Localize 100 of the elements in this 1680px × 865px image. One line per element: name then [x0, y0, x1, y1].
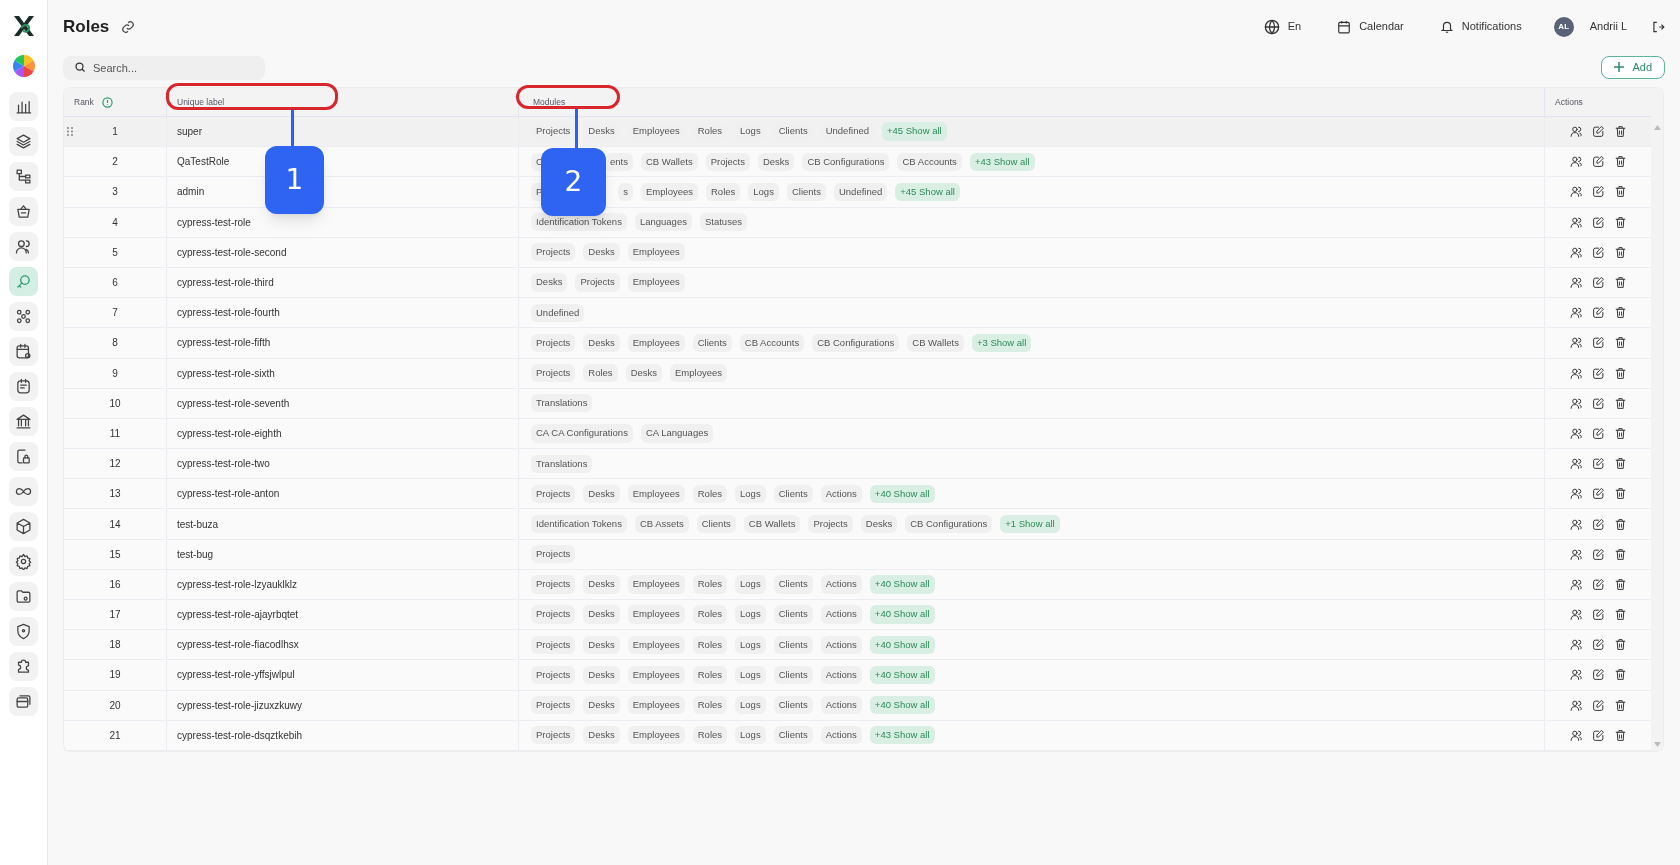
show-all-button[interactable]: +1 Show all — [1000, 514, 1060, 534]
edit-icon[interactable] — [1591, 668, 1605, 682]
delete-icon[interactable] — [1613, 547, 1627, 561]
edit-icon[interactable] — [1591, 698, 1605, 712]
delete-icon[interactable] — [1613, 457, 1627, 471]
delete-icon[interactable] — [1613, 215, 1627, 229]
edit-icon[interactable] — [1591, 245, 1605, 259]
logo-icon[interactable] — [11, 14, 36, 38]
delete-icon[interactable] — [1613, 366, 1627, 380]
assign-users-icon[interactable] — [1569, 396, 1583, 410]
delete-icon[interactable] — [1613, 487, 1627, 501]
bell-icon[interactable] — [1439, 19, 1454, 34]
search-field[interactable]: Search... — [63, 56, 265, 80]
edit-icon[interactable] — [1591, 608, 1605, 622]
assign-users-icon[interactable] — [1569, 306, 1583, 320]
edit-icon[interactable] — [1591, 155, 1605, 169]
edit-icon[interactable] — [1591, 366, 1605, 380]
link-icon[interactable] — [121, 19, 136, 34]
edit-icon[interactable] — [1591, 396, 1605, 410]
sidebar-item[interactable] — [9, 442, 38, 471]
assign-users-icon[interactable] — [1569, 426, 1583, 440]
delete-icon[interactable] — [1613, 245, 1627, 259]
delete-icon[interactable] — [1613, 125, 1627, 139]
delete-icon[interactable] — [1613, 185, 1627, 199]
assign-users-icon[interactable] — [1569, 125, 1583, 139]
edit-icon[interactable] — [1591, 487, 1605, 501]
delete-icon[interactable] — [1613, 426, 1627, 440]
color-wheel-icon[interactable] — [11, 54, 36, 78]
edit-icon[interactable] — [1591, 185, 1605, 199]
sidebar-item[interactable] — [9, 582, 38, 611]
show-all-button[interactable]: +40 Show all — [869, 605, 935, 624]
assign-users-icon[interactable] — [1569, 336, 1583, 350]
delete-icon[interactable] — [1613, 396, 1627, 410]
language-label[interactable]: En — [1287, 18, 1302, 35]
show-all-button[interactable]: +43 Show all — [969, 152, 1035, 171]
info-icon[interactable] — [101, 96, 113, 108]
edit-icon[interactable] — [1591, 577, 1605, 591]
notifications-link[interactable]: Notifications — [1461, 18, 1522, 35]
edit-icon[interactable] — [1591, 517, 1605, 531]
edit-icon[interactable] — [1591, 728, 1605, 742]
edit-icon[interactable] — [1591, 125, 1605, 139]
user-avatar[interactable]: AL — [1553, 16, 1574, 37]
calendar-icon[interactable] — [1337, 19, 1352, 34]
delete-icon[interactable] — [1613, 638, 1627, 652]
calendar-link[interactable]: Calendar — [1359, 18, 1404, 35]
show-all-button[interactable]: +40 Show all — [869, 665, 935, 685]
sidebar-item[interactable] — [9, 617, 38, 646]
delete-icon[interactable] — [1613, 336, 1627, 350]
edit-icon[interactable] — [1591, 426, 1605, 440]
show-all-button[interactable]: +45 Show all — [882, 122, 947, 141]
sidebar-item[interactable] — [9, 477, 38, 506]
assign-users-icon[interactable] — [1569, 276, 1583, 290]
edit-icon[interactable] — [1591, 306, 1605, 320]
assign-users-icon[interactable] — [1569, 155, 1583, 169]
sidebar-item[interactable] — [9, 127, 38, 156]
assign-users-icon[interactable] — [1569, 366, 1583, 380]
globe-icon[interactable] — [1263, 18, 1280, 35]
edit-icon[interactable] — [1591, 457, 1605, 471]
add-button[interactable]: Add — [1601, 55, 1665, 79]
delete-icon[interactable] — [1613, 668, 1627, 682]
show-all-button[interactable]: +3 Show all — [971, 333, 1032, 353]
show-all-button[interactable]: +40 Show all — [869, 635, 935, 654]
show-all-button[interactable]: +40 Show all — [869, 484, 935, 503]
sidebar-item[interactable] — [9, 687, 38, 716]
assign-users-icon[interactable] — [1569, 608, 1583, 622]
assign-users-icon[interactable] — [1569, 668, 1583, 682]
edit-icon[interactable] — [1591, 336, 1605, 350]
delete-icon[interactable] — [1613, 155, 1627, 169]
delete-icon[interactable] — [1613, 517, 1627, 531]
sidebar-item[interactable] — [9, 512, 38, 541]
show-all-button[interactable]: +43 Show all — [869, 726, 935, 745]
edit-icon[interactable] — [1591, 638, 1605, 652]
show-all-button[interactable]: +40 Show all — [869, 575, 935, 594]
assign-users-icon[interactable] — [1569, 577, 1583, 591]
delete-icon[interactable] — [1613, 577, 1627, 591]
sidebar-item[interactable] — [9, 547, 38, 576]
assign-users-icon[interactable] — [1569, 698, 1583, 712]
sidebar-item[interactable] — [9, 197, 38, 226]
sidebar-item[interactable] — [9, 337, 38, 366]
sidebar-item[interactable] — [9, 407, 38, 436]
assign-users-icon[interactable] — [1569, 728, 1583, 742]
user-name[interactable]: Andrii L — [1589, 18, 1627, 35]
assign-users-icon[interactable] — [1569, 245, 1583, 259]
show-all-button[interactable]: +45 Show all — [895, 182, 960, 202]
drag-handle-icon[interactable] — [67, 127, 73, 137]
sidebar-item[interactable] — [9, 232, 38, 261]
sidebar-item[interactable] — [9, 92, 38, 121]
edit-icon[interactable] — [1591, 276, 1605, 290]
show-all-button[interactable]: +40 Show all — [869, 696, 935, 715]
logout-icon[interactable] — [1651, 19, 1665, 34]
assign-users-icon[interactable] — [1569, 638, 1583, 652]
delete-icon[interactable] — [1613, 306, 1627, 320]
delete-icon[interactable] — [1613, 728, 1627, 742]
delete-icon[interactable] — [1613, 608, 1627, 622]
assign-users-icon[interactable] — [1569, 457, 1583, 471]
assign-users-icon[interactable] — [1569, 215, 1583, 229]
sidebar-item[interactable] — [9, 652, 38, 681]
edit-icon[interactable] — [1591, 215, 1605, 229]
delete-icon[interactable] — [1613, 276, 1627, 290]
edit-icon[interactable] — [1591, 547, 1605, 561]
